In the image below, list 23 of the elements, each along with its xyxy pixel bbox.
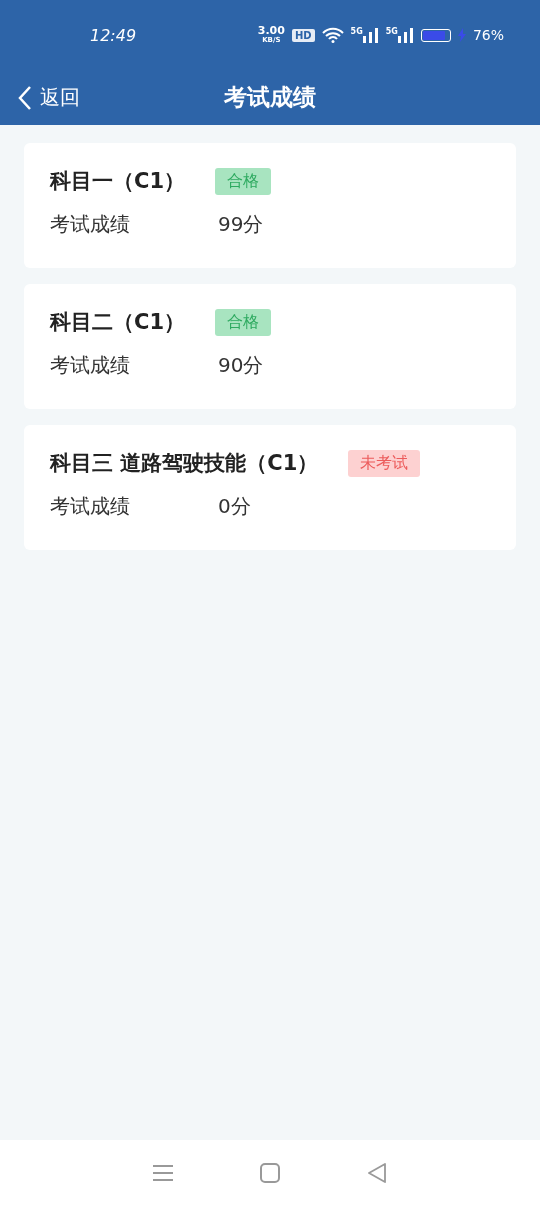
score-value: 99分 [218,211,264,238]
score-label: 考试成绩 [50,493,131,520]
home-icon[interactable] [260,1163,280,1183]
score-label: 考试成绩 [50,211,131,238]
back-button[interactable]: 返回 [0,84,80,111]
battery-icon [420,28,451,42]
status-tag: 合格 [215,308,272,336]
subject-name: 科目三 道路驾驶技能（C1） [50,450,319,477]
score-value: 90分 [218,352,264,379]
subject-name: 科目一（C1） [50,168,186,195]
menu-icon[interactable] [153,1164,174,1182]
wifi-icon [321,27,344,43]
status-time: 12:49 [90,25,137,45]
score-value: 0分 [218,493,251,520]
battery-percent: 76% [472,27,504,43]
score-label: 考试成绩 [50,352,131,379]
back-icon[interactable] [366,1163,387,1183]
subject-name: 科目二（C1） [50,309,186,336]
page-title: 考试成绩 [224,83,316,112]
chevron-left-icon [18,84,32,111]
status-tag: 未考试 [348,449,421,477]
hd-icon: HD [291,28,315,42]
status-tag: 合格 [215,167,272,195]
